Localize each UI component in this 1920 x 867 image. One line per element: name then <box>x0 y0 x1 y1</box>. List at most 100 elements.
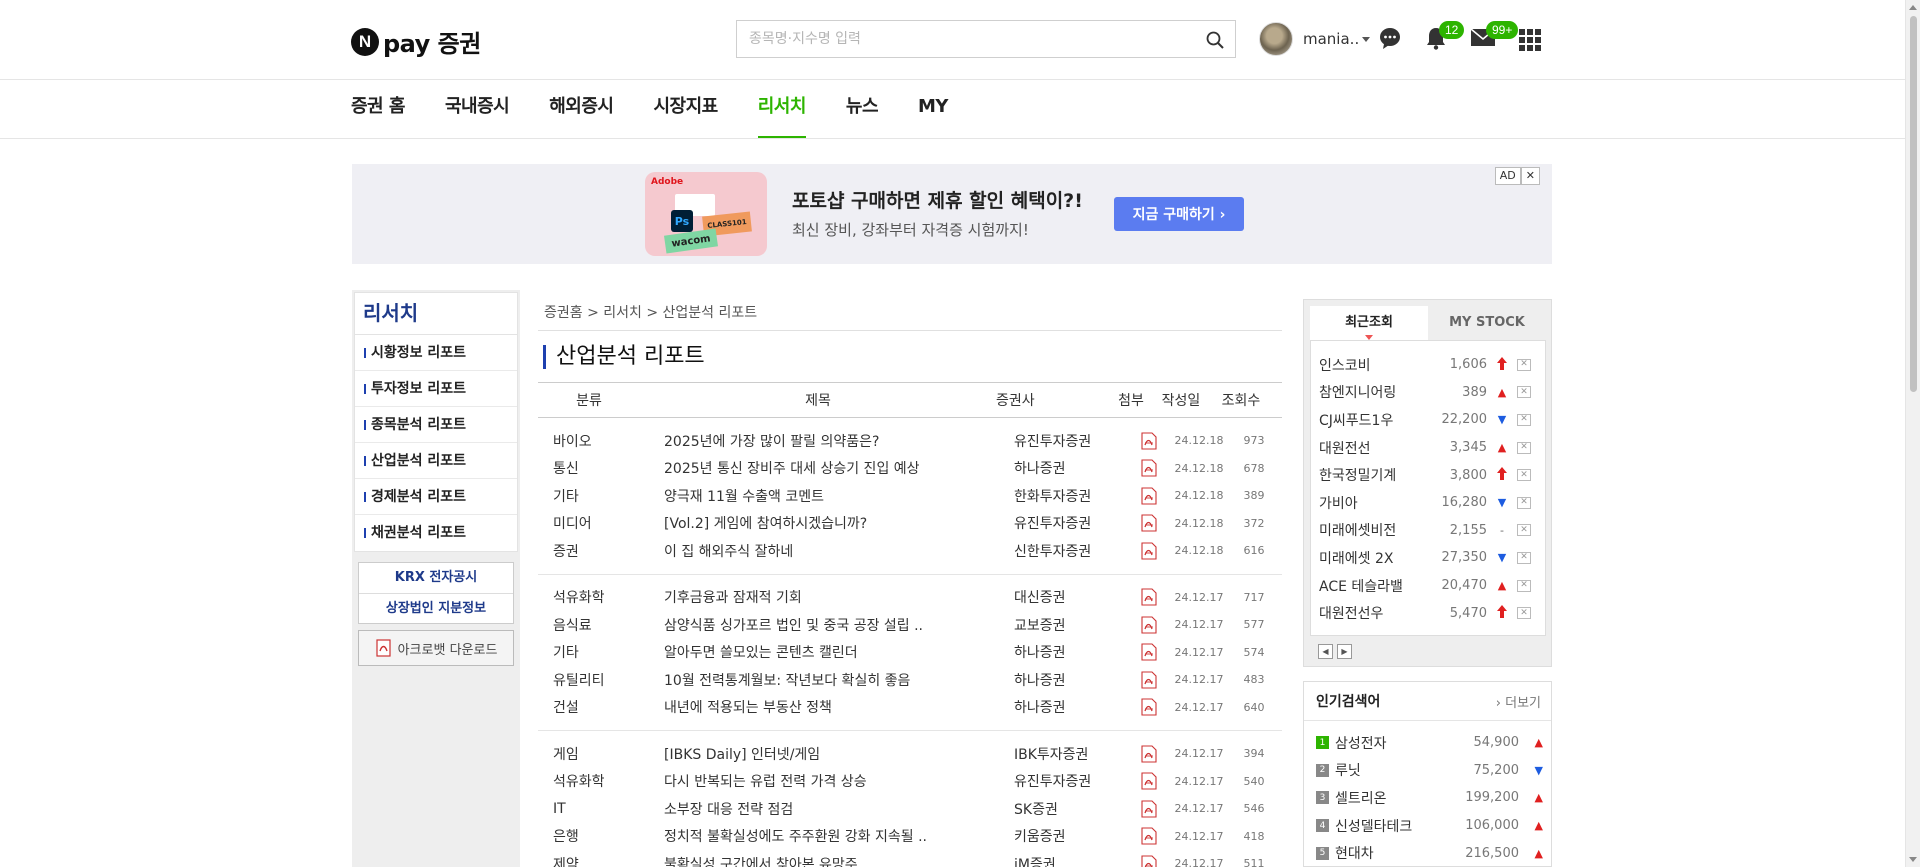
pdf-attachment-icon[interactable] <box>1129 542 1169 560</box>
tab-domestic[interactable]: 국내증시 <box>445 80 510 138</box>
remove-icon[interactable]: ✕ <box>1517 551 1531 564</box>
remove-icon[interactable]: ✕ <box>1517 441 1531 454</box>
report-title-link[interactable]: 내년에 적용되는 부동산 정책 <box>664 697 1014 717</box>
krx-disclosure-link[interactable]: KRX 전자공시 <box>359 563 513 593</box>
search-icon[interactable] <box>1205 30 1225 50</box>
stock-name[interactable]: CJ씨푸드1우 <box>1311 410 1435 430</box>
pdf-attachment-icon[interactable] <box>1129 772 1169 790</box>
remove-icon[interactable]: ✕ <box>1517 607 1531 620</box>
apps-grid-icon[interactable] <box>1519 29 1541 55</box>
username[interactable]: mania.. <box>1303 30 1359 48</box>
pdf-attachment-icon[interactable] <box>1129 698 1169 716</box>
caret-down-icon[interactable] <box>1362 36 1371 42</box>
acrobat-download-button[interactable]: 아크로뱃 다운로드 <box>358 630 514 666</box>
stock-name[interactable]: 대원전선 <box>1311 438 1435 458</box>
recent-stock-item[interactable]: 대원전선 3,345 ▲ ✕ <box>1311 434 1545 462</box>
recent-stock-item[interactable]: 미래에셋비전 2,155- ✕ <box>1311 517 1545 545</box>
recent-stock-item[interactable]: CJ씨푸드1우 22,200 ▼ ✕ <box>1311 406 1545 434</box>
report-title-link[interactable]: 10월 전력통계월보: 작년보다 확실히 좋음 <box>664 670 1014 690</box>
recent-stock-item[interactable]: 대원전선우 5,470 ✕ <box>1311 599 1545 627</box>
report-title-link[interactable]: 기후금융과 잠재적 기회 <box>664 587 1014 607</box>
sidebar-item-industry-report[interactable]: 산업분석 리포트 <box>355 443 517 479</box>
scroll-up-icon[interactable] <box>1909 5 1917 10</box>
report-title-link[interactable]: 이 집 해외주식 잘하네 <box>664 541 1014 561</box>
next-page-icon[interactable]: ▶ <box>1337 644 1352 659</box>
remove-icon[interactable]: ✕ <box>1517 413 1531 426</box>
pdf-attachment-icon[interactable] <box>1129 459 1169 477</box>
popular-item[interactable]: 3 셀트리온 199,200 ▲ <box>1304 784 1551 812</box>
stock-name[interactable]: 가비아 <box>1311 493 1435 513</box>
stock-name[interactable]: 루닛 <box>1335 760 1445 780</box>
tab-research[interactable]: 리서치 <box>757 80 806 138</box>
sidebar-item-bond-report[interactable]: 채권분석 리포트 <box>355 515 517 551</box>
avatar[interactable] <box>1259 22 1293 56</box>
remove-icon[interactable]: ✕ <box>1517 386 1531 399</box>
ad-subtitle[interactable]: 최신 장비, 강좌부터 자격증 시험까지! <box>792 219 1029 240</box>
pdf-attachment-icon[interactable] <box>1129 855 1169 867</box>
tab-my-stock[interactable]: MY STOCK <box>1428 306 1546 342</box>
pdf-attachment-icon[interactable] <box>1129 432 1169 450</box>
stock-name[interactable]: 삼성전자 <box>1335 733 1445 753</box>
tab-market-index[interactable]: 시장지표 <box>653 80 718 138</box>
popular-item[interactable]: 1 삼성전자 54,900 ▲ <box>1304 729 1551 757</box>
scrollbar-thumb[interactable] <box>1910 16 1917 392</box>
tab-my[interactable]: MY <box>918 80 948 138</box>
popular-item[interactable]: 5 현대차 216,500 ▲ <box>1304 839 1551 867</box>
stock-name[interactable]: 인스코비 <box>1311 355 1435 375</box>
chat-icon[interactable] <box>1378 26 1402 54</box>
popular-item[interactable]: 2 루닛 75,200 ▼ <box>1304 757 1551 785</box>
remove-icon[interactable]: ✕ <box>1517 469 1531 482</box>
report-title-link[interactable]: 불확실성 구간에서 찾아본 유망주 <box>664 854 1014 867</box>
stock-name[interactable]: ACE 테슬라밸 <box>1311 576 1435 596</box>
stock-name[interactable]: 미래에셋 2X <box>1311 548 1435 568</box>
report-title-link[interactable]: 양극재 11월 수출액 코멘트 <box>664 486 1014 506</box>
tab-recent[interactable]: 최근조회 <box>1310 306 1428 342</box>
report-title-link[interactable]: [IBKS Daily] 인터넷/게임 <box>664 744 1014 764</box>
popular-item[interactable]: 4 신성델타테크 106,000 ▲ <box>1304 812 1551 840</box>
report-title-link[interactable]: 소부장 대응 전략 점검 <box>664 799 1014 819</box>
remove-icon[interactable]: ✕ <box>1517 579 1531 592</box>
stock-name[interactable]: 대원전선우 <box>1311 603 1435 623</box>
remove-icon[interactable]: ✕ <box>1517 524 1531 537</box>
remove-icon[interactable]: ✕ <box>1517 496 1531 509</box>
stock-name[interactable]: 한국정밀기계 <box>1311 465 1435 485</box>
report-title-link[interactable]: 2025년 통신 장비주 대세 상승기 진입 예상 <box>664 458 1014 478</box>
sidebar-item-market-report[interactable]: 시황정보 리포트 <box>355 335 517 371</box>
report-title-link[interactable]: 알아두면 쓸모있는 콘텐츠 캘린더 <box>664 642 1014 662</box>
recent-stock-item[interactable]: 인스코비 1,606 ✕ <box>1311 351 1545 379</box>
ad-close-icon[interactable]: ✕ <box>1520 167 1540 185</box>
sidebar-item-company-report[interactable]: 종목분석 리포트 <box>355 407 517 443</box>
ad-image[interactable]: Adobe Ps CLASS101 wacom <box>645 172 767 256</box>
stock-name[interactable]: 신성델타테크 <box>1335 816 1445 836</box>
pdf-attachment-icon[interactable] <box>1129 588 1169 606</box>
mail-icon[interactable]: 99+ <box>1470 21 1519 52</box>
recent-stock-item[interactable]: 참엔지니어링 389 ▲ ✕ <box>1311 379 1545 407</box>
pdf-attachment-icon[interactable] <box>1129 643 1169 661</box>
recent-stock-item[interactable]: 한국정밀기계 3,800 ✕ <box>1311 461 1545 489</box>
tab-news[interactable]: 뉴스 <box>846 80 879 138</box>
report-title-link[interactable]: 다시 반복되는 유럽 전력 가격 상승 <box>664 771 1014 791</box>
shareholding-link[interactable]: 상장법인 지분정보 <box>359 593 513 623</box>
tab-stock-home[interactable]: 증권 홈 <box>351 80 405 138</box>
sidebar-title[interactable]: 리서치 <box>355 293 517 335</box>
prev-page-icon[interactable]: ◀ <box>1318 644 1333 659</box>
recent-stock-item[interactable]: 미래에셋 2X 27,350 ▼ ✕ <box>1311 544 1545 572</box>
pdf-attachment-icon[interactable] <box>1129 514 1169 532</box>
recent-stock-item[interactable]: ACE 테슬라밸 20,470 ▲ ✕ <box>1311 572 1545 600</box>
pdf-attachment-icon[interactable] <box>1129 487 1169 505</box>
ad-title[interactable]: 포토샵 구매하면 제휴 할인 혜택이?! <box>792 186 1083 213</box>
sidebar-item-invest-report[interactable]: 투자정보 리포트 <box>355 371 517 407</box>
pdf-attachment-icon[interactable] <box>1129 616 1169 634</box>
user-menu[interactable]: mania.. <box>1259 22 1371 56</box>
bell-icon[interactable]: 12 <box>1425 21 1465 54</box>
ad-buy-button[interactable]: 지금 구매하기 › <box>1114 197 1244 231</box>
pdf-attachment-icon[interactable] <box>1129 745 1169 763</box>
report-title-link[interactable]: 정치적 불확실성에도 주주환원 강화 지속될 .. <box>664 826 1014 846</box>
sidebar-item-economy-report[interactable]: 경제분석 리포트 <box>355 479 517 515</box>
remove-icon[interactable]: ✕ <box>1517 358 1531 371</box>
scroll-down-icon[interactable] <box>1909 857 1917 862</box>
page-scrollbar[interactable] <box>1905 0 1920 867</box>
pdf-attachment-icon[interactable] <box>1129 671 1169 689</box>
npay-logo[interactable]: N pay 증권 <box>351 24 481 59</box>
report-title-link[interactable]: 삼양식품 싱가포르 법인 및 중국 공장 설립 .. <box>664 615 1014 635</box>
